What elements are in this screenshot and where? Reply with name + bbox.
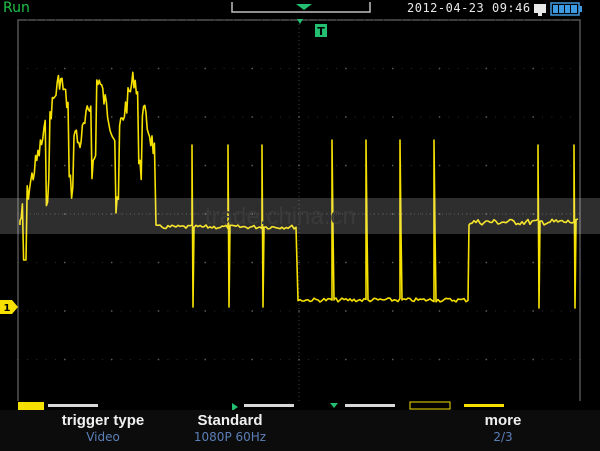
trigger-type-value: Video [86, 430, 120, 444]
more-softkey[interactable]: more 2/3 [440, 410, 566, 451]
trigger-type-softkey[interactable]: trigger type Video [28, 410, 178, 451]
datetime-display: 2012-04-23 09:46 [407, 1, 531, 15]
watermark-text: trade.china.cn [205, 203, 356, 230]
standard-softkey[interactable]: Standard 1080P 60Hz [160, 410, 300, 451]
trigger-marker-label: T [317, 25, 325, 38]
standard-value: 1080P 60Hz [193, 430, 267, 444]
more-label: more [484, 412, 522, 429]
standard-label: Standard [197, 412, 263, 429]
trigger-marker[interactable]: T [297, 19, 327, 38]
run-status: Run [3, 0, 30, 16]
channel-1-marker[interactable]: 1 [0, 300, 18, 314]
trigger-type-label: trigger type [61, 412, 145, 429]
softkey-bar: trigger type Video Standard 1080P 60Hz m… [0, 410, 600, 451]
more-value: 2/3 [493, 430, 513, 444]
channel-1-marker-label: 1 [4, 303, 11, 314]
